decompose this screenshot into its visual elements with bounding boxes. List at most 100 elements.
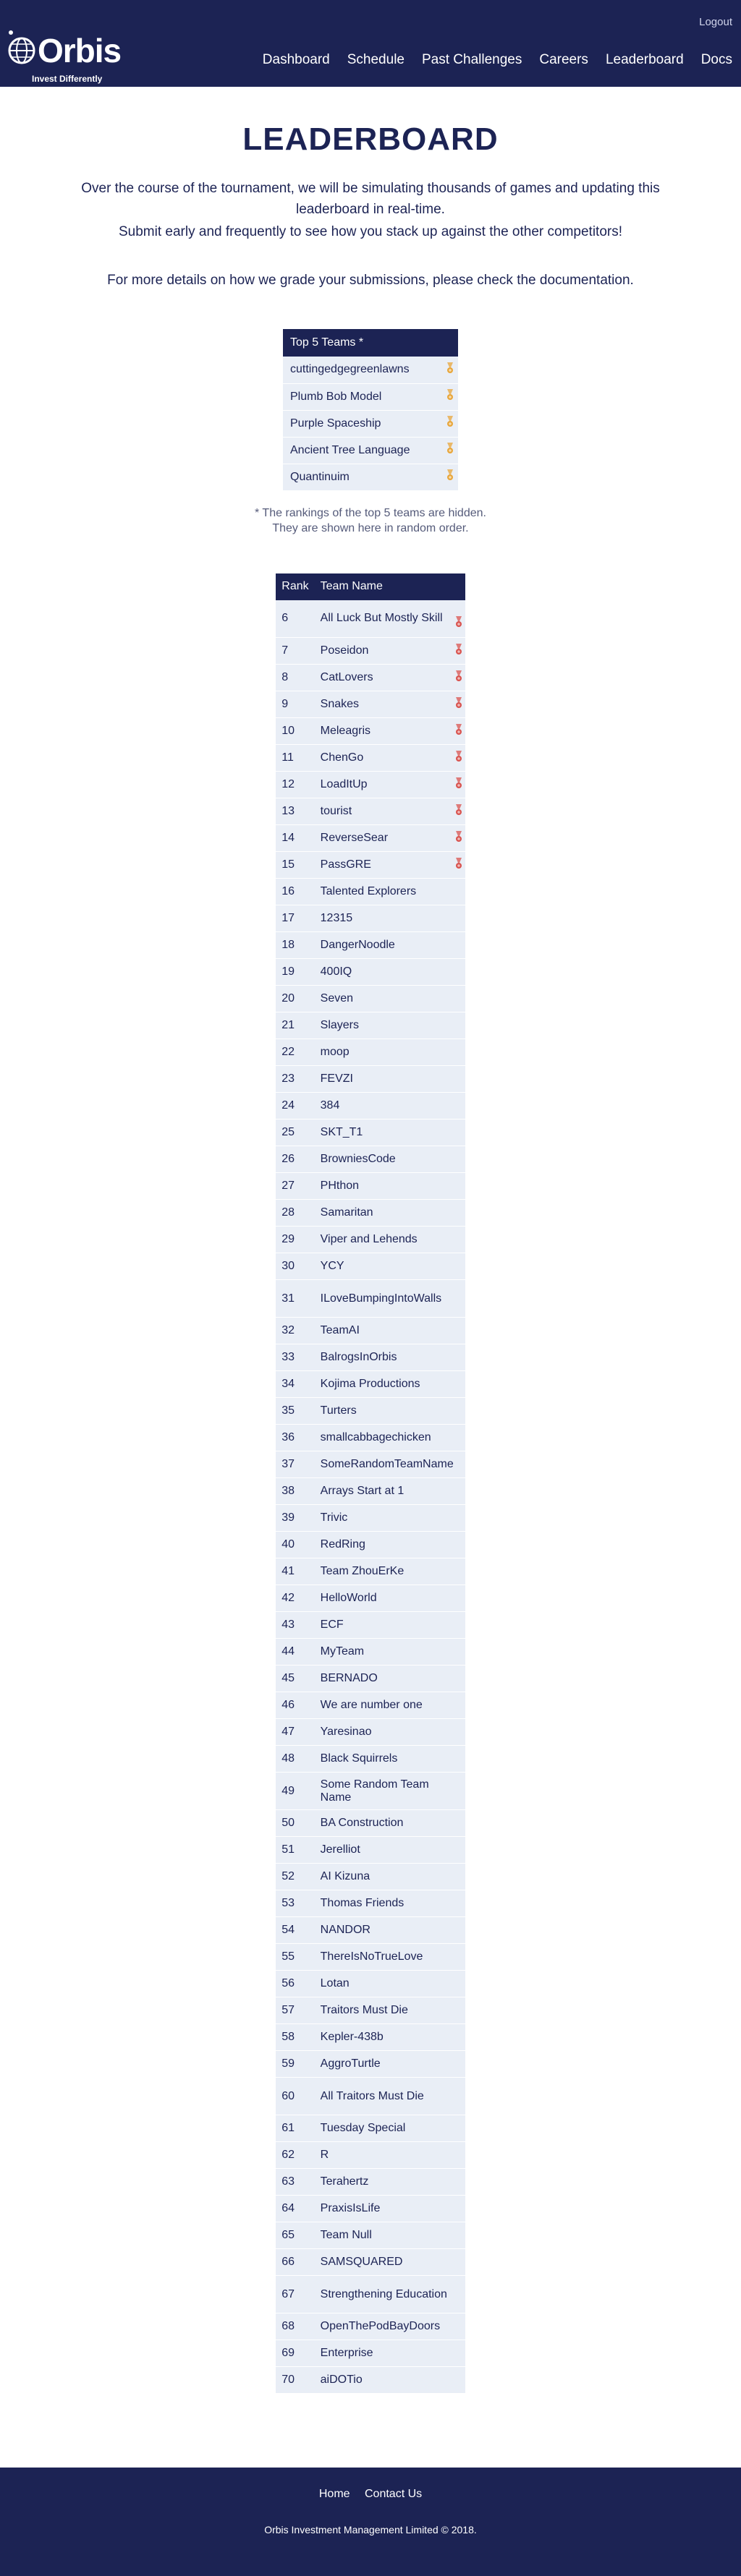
team-name-cell: Viper and Lehends xyxy=(314,1226,455,1253)
team-name-cell: Meleagris xyxy=(314,717,455,745)
footer-home-link[interactable]: Home xyxy=(319,2488,350,2500)
rank-cell: 8 xyxy=(276,664,315,691)
rank-cell: 28 xyxy=(276,1199,315,1227)
rank-cell: 39 xyxy=(276,1504,315,1532)
medal-icon xyxy=(455,616,462,628)
team-name-cell: Snakes xyxy=(314,691,455,718)
leaderboard-row: 33 BalrogsInOrbis xyxy=(276,1344,465,1371)
team-name-cell: All Traitors Must Die xyxy=(314,2077,455,2115)
leaderboard-row: 30 YCY xyxy=(276,1253,465,1280)
top5-footnote: * The rankings of the top 5 teams are hi… xyxy=(0,506,741,536)
rank-cell: 43 xyxy=(276,1611,315,1639)
leaderboard-row: 54 NANDOR xyxy=(276,1916,465,1944)
top5-table: Top 5 Teams * cuttingedgegreenlawns Plumb… xyxy=(283,329,458,491)
team-name-cell: moop xyxy=(314,1038,455,1066)
leaderboard-row: 32 TeamAI xyxy=(276,1317,465,1344)
medal-icon xyxy=(455,777,462,789)
team-name-cell: OpenThePodBayDoors xyxy=(314,2313,455,2340)
leaderboard-row: 51 Jerelliot xyxy=(276,1836,465,1864)
leaderboard-row: 70 aiDOTio xyxy=(276,2366,465,2394)
medal-icon xyxy=(455,750,462,762)
leaderboard-row: 11 ChenGo xyxy=(276,744,465,772)
team-name-cell: SAMSQUARED xyxy=(314,2248,455,2276)
team-name-cell: SKT_T1 xyxy=(314,1119,455,1146)
rank-cell: 35 xyxy=(276,1397,315,1425)
orbis-logo[interactable]: Orbis Invest Differently xyxy=(6,30,136,88)
leaderboard-row: 39 Trivic xyxy=(276,1504,465,1532)
nav-docs[interactable]: Docs xyxy=(701,52,732,68)
footer-contact-link[interactable]: Contact Us xyxy=(365,2488,422,2500)
team-name-cell: ReverseSear xyxy=(314,824,455,852)
top5-team-name: Plumb Bob Model xyxy=(283,383,439,411)
team-column-header: Team Name xyxy=(314,573,465,600)
team-name-cell: LoadItUp xyxy=(314,771,455,798)
team-name-cell: Some Random Team Name xyxy=(314,1772,455,1810)
top5-row: Plumb Bob Model xyxy=(283,383,458,411)
rank-cell: 10 xyxy=(276,717,315,745)
medal-icon xyxy=(455,696,462,709)
rank-cell: 47 xyxy=(276,1718,315,1746)
leaderboard-row: 7 Poseidon xyxy=(276,637,465,665)
team-name-cell: Seven xyxy=(314,985,455,1012)
leaderboard-row: 41 Team ZhouErKe xyxy=(276,1558,465,1585)
team-name-cell: Strengthening Education xyxy=(314,2275,455,2313)
team-name-cell: Enterprise xyxy=(314,2340,455,2367)
rank-cell: 12 xyxy=(276,771,315,798)
team-name-cell: Kojima Productions xyxy=(314,1370,455,1398)
leaderboard-row: 25 SKT_T1 xyxy=(276,1119,465,1146)
nav-leaderboard[interactable]: Leaderboard xyxy=(606,52,684,68)
leaderboard-row: 29 Viper and Lehends xyxy=(276,1226,465,1253)
leaderboard-row: 15 PassGRE xyxy=(276,851,465,879)
team-name-cell: ILoveBumpingIntoWalls xyxy=(314,1279,455,1318)
leaderboard-row: 36 smallcabbagechicken xyxy=(276,1424,465,1451)
nav-schedule[interactable]: Schedule xyxy=(347,52,405,68)
rank-cell: 48 xyxy=(276,1745,315,1773)
rank-cell: 11 xyxy=(276,744,315,772)
leaderboard-row: 28 Samaritan xyxy=(276,1199,465,1227)
logout-link[interactable]: Logout xyxy=(699,16,732,28)
rank-cell: 65 xyxy=(276,2222,315,2249)
leaderboard-row: 17 12315 xyxy=(276,905,465,932)
footnote-line-1: * The rankings of the top 5 teams are hi… xyxy=(255,506,486,519)
team-name-cell: DangerNoodle xyxy=(314,931,455,959)
top5-row: Quantinuim xyxy=(283,464,458,491)
team-name-cell: tourist xyxy=(314,798,455,825)
rank-cell: 41 xyxy=(276,1558,315,1585)
rank-cell: 70 xyxy=(276,2366,315,2394)
team-name-cell: smallcabbagechicken xyxy=(314,1424,455,1451)
team-name-cell: Lotan xyxy=(314,1970,455,1997)
rank-cell: 7 xyxy=(276,637,315,665)
nav-dashboard[interactable]: Dashboard xyxy=(263,52,330,68)
medal-icon xyxy=(455,643,462,655)
nav-past-challenges[interactable]: Past Challenges xyxy=(422,52,522,68)
leaderboard-row: 55 ThereIsNoTrueLove xyxy=(276,1943,465,1971)
rank-cell: 68 xyxy=(276,2313,315,2340)
team-name-cell: 400IQ xyxy=(314,958,455,986)
team-name-cell: PraxisIsLife xyxy=(314,2195,455,2222)
rank-cell: 63 xyxy=(276,2168,315,2196)
nav-careers[interactable]: Careers xyxy=(539,52,588,68)
leaderboard-row: 47 Yaresinao xyxy=(276,1718,465,1746)
rank-cell: 9 xyxy=(276,691,315,718)
leaderboard-row: 8 CatLovers xyxy=(276,664,465,691)
rank-cell: 36 xyxy=(276,1424,315,1451)
team-name-cell: All Luck But Mostly Skill xyxy=(314,600,455,638)
site-header: Orbis Invest Differently Logout Dashboar… xyxy=(0,0,741,87)
team-name-cell: SomeRandomTeamName xyxy=(314,1451,455,1478)
rank-cell: 40 xyxy=(276,1531,315,1558)
leaderboard-row: 56 Lotan xyxy=(276,1970,465,1997)
rank-cell: 44 xyxy=(276,1638,315,1666)
leaderboard-row: 18 DangerNoodle xyxy=(276,931,465,959)
team-name-cell: BA Construction xyxy=(314,1809,455,1837)
medal-icon xyxy=(446,469,454,481)
rank-cell: 45 xyxy=(276,1665,315,1692)
leaderboard-row: 12 LoadItUp xyxy=(276,771,465,798)
rank-cell: 16 xyxy=(276,878,315,905)
team-name-cell: Jerelliot xyxy=(314,1836,455,1864)
leaderboard-row: 48 Black Squirrels xyxy=(276,1745,465,1773)
medal-icon xyxy=(446,443,454,454)
brand-name: Orbis xyxy=(38,32,122,69)
rank-cell: 42 xyxy=(276,1585,315,1612)
team-name-cell: Trivic xyxy=(314,1504,455,1532)
team-name-cell: TeamAI xyxy=(314,1317,455,1344)
